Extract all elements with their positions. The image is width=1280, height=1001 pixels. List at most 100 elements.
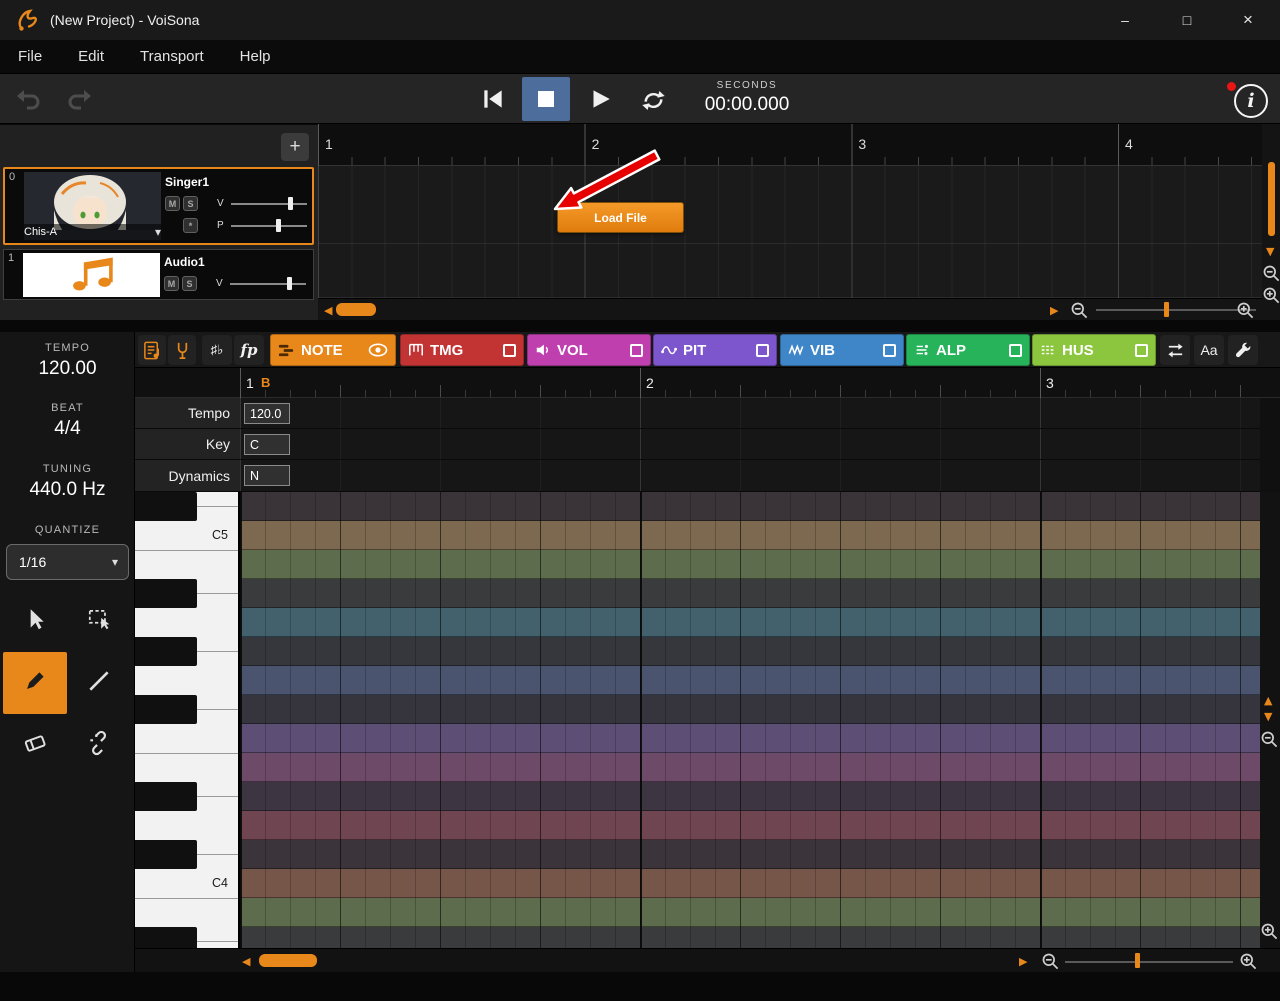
pitch-row-d4[interactable] xyxy=(240,811,1260,840)
pan-slider[interactable] xyxy=(231,225,307,227)
dynamics-mark-button[interactable]: fp xyxy=(234,335,264,365)
add-track-button[interactable]: + xyxy=(281,133,309,161)
scroll-left-icon[interactable]: ◀ xyxy=(324,305,332,316)
skip-to-start-button[interactable] xyxy=(472,79,514,119)
note-grid[interactable] xyxy=(240,492,1260,948)
black-key-cs4[interactable] xyxy=(135,840,197,869)
zoom-in-icon[interactable] xyxy=(1239,952,1258,971)
pan-slider-handle[interactable] xyxy=(276,219,281,232)
piano-keyboard[interactable]: C5 C4 xyxy=(135,492,240,948)
pitch-row-f4[interactable] xyxy=(240,724,1260,753)
alp-checkbox[interactable] xyxy=(1009,343,1022,357)
solo-button[interactable]: S xyxy=(182,276,197,291)
menu-item-file[interactable]: File xyxy=(5,40,55,73)
eye-icon[interactable] xyxy=(368,343,388,357)
black-key-gs4[interactable] xyxy=(135,637,197,666)
zoom-out-icon[interactable] xyxy=(1262,264,1280,283)
editor-ruler[interactable]: B 1 2 3 xyxy=(135,368,1280,398)
zoom-in-icon[interactable] xyxy=(1262,286,1280,305)
redo-button[interactable] xyxy=(64,85,94,113)
singer-track-row[interactable]: 0 Chis-A ▾ Singer1 M S V * P xyxy=(3,167,314,245)
select-tool-button[interactable] xyxy=(3,590,67,652)
black-key-as3[interactable] xyxy=(135,927,197,948)
pitch-row-c5[interactable] xyxy=(240,521,1260,550)
swap-params-button[interactable] xyxy=(1160,335,1190,365)
scroll-left-icon[interactable]: ◀ xyxy=(242,956,250,967)
pencil-tool-button[interactable] xyxy=(3,652,67,714)
close-button[interactable]: × xyxy=(1226,0,1270,40)
pitch-row-b3[interactable] xyxy=(240,898,1260,927)
pitch-row-cs5[interactable] xyxy=(240,492,1260,521)
pitch-row-c4[interactable] xyxy=(240,869,1260,898)
pitch-row-e4[interactable] xyxy=(240,753,1260,782)
arrange-zoom-slider[interactable] xyxy=(1096,309,1256,311)
singer-track-lane[interactable] xyxy=(318,166,1262,244)
pitch-row-as4[interactable] xyxy=(240,579,1260,608)
solo-button[interactable]: S xyxy=(183,196,198,211)
quantize-dropdown[interactable]: 1/16 ▾ xyxy=(6,544,129,580)
menu-item-transport[interactable]: Transport xyxy=(127,40,217,73)
scroll-down-icon[interactable]: ▼ xyxy=(1264,711,1272,722)
zoom-in-icon[interactable] xyxy=(1236,301,1255,320)
audio-thumbnail[interactable] xyxy=(23,253,160,297)
info-button[interactable]: i xyxy=(1234,84,1268,118)
pit-checkbox[interactable] xyxy=(756,343,769,357)
volume-slider[interactable] xyxy=(231,203,307,205)
tab-tmg[interactable]: TMG xyxy=(400,334,524,366)
eraser-tool-button[interactable] xyxy=(3,714,67,776)
zoom-out-icon[interactable] xyxy=(1260,730,1279,749)
singer-avatar[interactable]: Chis-A ▾ xyxy=(24,172,161,240)
freeze-button[interactable]: * xyxy=(183,218,198,233)
arrange-ruler[interactable]: 1234 xyxy=(318,124,1262,166)
minimize-button[interactable]: – xyxy=(1103,0,1147,40)
settings-button[interactable] xyxy=(1228,335,1258,365)
black-key-ds4[interactable] xyxy=(135,782,197,811)
marquee-tool-button[interactable] xyxy=(67,590,131,652)
pitch-row-b4[interactable] xyxy=(240,550,1260,579)
volume-slider-handle[interactable] xyxy=(288,197,293,210)
vib-checkbox[interactable] xyxy=(883,343,896,357)
unlink-tool-button[interactable] xyxy=(67,714,131,776)
tab-vib[interactable]: VIB xyxy=(780,334,904,366)
tab-pit[interactable]: PIT xyxy=(653,334,777,366)
arrange-zoom-handle[interactable] xyxy=(1164,302,1169,317)
black-key-cs5[interactable] xyxy=(135,492,197,521)
black-key-fs4[interactable] xyxy=(135,695,197,724)
accidentals-button[interactable]: ♯♭ xyxy=(202,335,232,365)
volume-slider-handle[interactable] xyxy=(287,277,292,290)
tab-note[interactable]: NOTE xyxy=(270,334,396,366)
maximize-button[interactable]: □ xyxy=(1165,0,1209,40)
tempo-row-values[interactable]: 120.0 xyxy=(240,398,1260,429)
zoom-out-icon[interactable] xyxy=(1070,301,1089,320)
hus-checkbox[interactable] xyxy=(1135,343,1148,357)
arrange-vscroll-thumb[interactable] xyxy=(1268,162,1275,236)
line-tool-button[interactable] xyxy=(67,652,131,714)
tab-hus[interactable]: HUS xyxy=(1032,334,1156,366)
pitch-row-gs4[interactable] xyxy=(240,637,1260,666)
scroll-right-icon[interactable]: ▶ xyxy=(1019,956,1027,967)
scroll-down-icon[interactable]: ▼ xyxy=(1266,246,1274,257)
mute-button[interactable]: M xyxy=(164,276,179,291)
voice-selector[interactable]: Chis-A ▾ xyxy=(24,224,161,240)
tmg-checkbox[interactable] xyxy=(503,343,516,357)
stop-button[interactable] xyxy=(522,77,570,121)
tab-alp[interactable]: ALP xyxy=(906,334,1030,366)
score-button[interactable] xyxy=(138,335,166,365)
vol-checkbox[interactable] xyxy=(630,343,643,357)
play-button[interactable] xyxy=(578,79,622,119)
scroll-up-icon[interactable]: ▲ xyxy=(1264,695,1272,706)
arrange-hscroll-thumb[interactable] xyxy=(336,303,376,316)
lyrics-text-button[interactable]: Aa xyxy=(1194,335,1224,365)
scroll-right-icon[interactable]: ▶ xyxy=(1050,305,1058,316)
loop-button[interactable] xyxy=(634,82,672,118)
mute-button[interactable]: M xyxy=(165,196,180,211)
tempo-chip[interactable]: 120.0 xyxy=(244,403,290,424)
pitch-row-a4[interactable] xyxy=(240,608,1260,637)
audio-track-lane[interactable] xyxy=(318,244,1262,298)
tuning-fork-button[interactable] xyxy=(168,335,196,365)
menu-item-edit[interactable]: Edit xyxy=(65,40,117,73)
zoom-in-icon[interactable] xyxy=(1260,922,1279,941)
dynamics-chip[interactable]: N xyxy=(244,465,290,486)
pianoroll-hscroll-thumb[interactable] xyxy=(259,954,317,967)
black-key-as4[interactable] xyxy=(135,579,197,608)
